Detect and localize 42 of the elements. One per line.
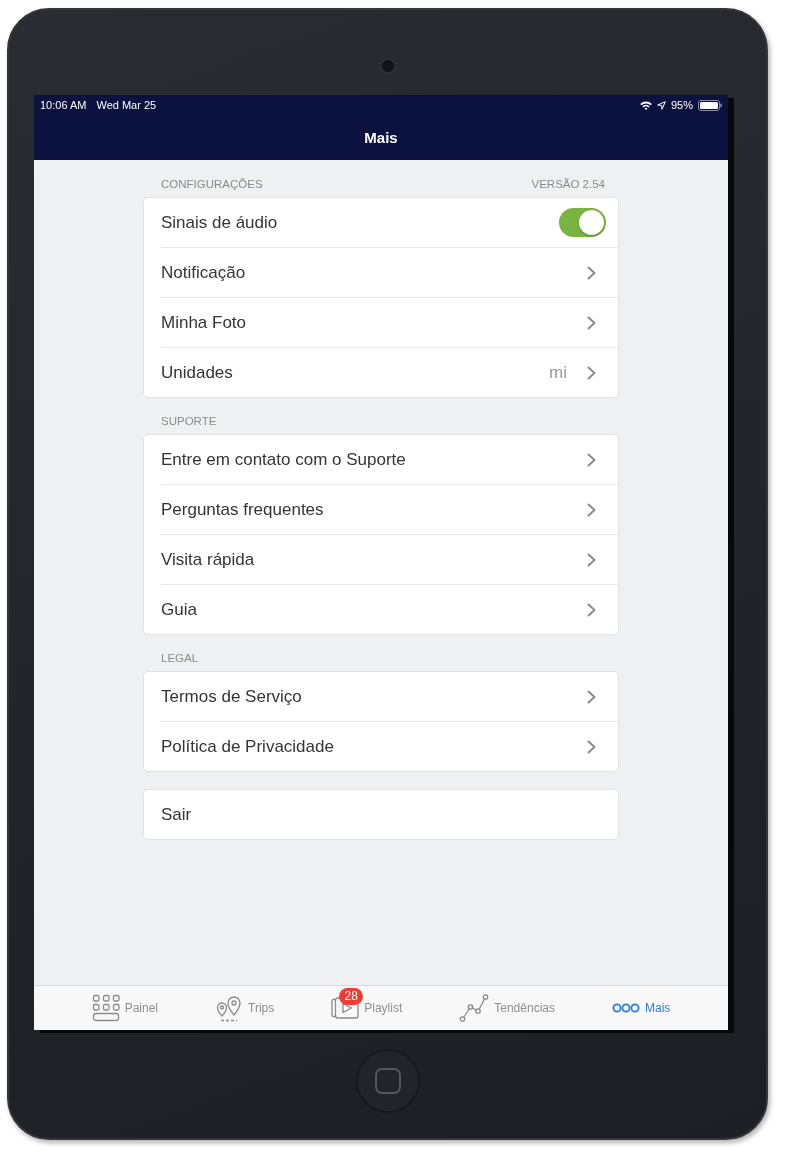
chevron-right-icon (587, 315, 596, 330)
unit-value: mi (549, 362, 567, 383)
setting-label: Sinais de áudio (161, 212, 278, 233)
ellipsis-icon (612, 1003, 640, 1013)
chevron-right-icon (587, 452, 596, 467)
menu-row[interactable]: Perguntas frequentes (144, 485, 618, 534)
menu-row[interactable]: Política de Privacidade (144, 722, 618, 771)
toggle-switch[interactable] (559, 208, 606, 237)
count-badge: 28 (339, 988, 364, 1005)
location-arrow-icon (656, 100, 666, 110)
nav-title: Mais (364, 129, 398, 146)
tab-button[interactable]: Mais (612, 986, 671, 1030)
status-time: 10:06 AM (40, 99, 87, 111)
menu-row[interactable]: Minha Foto (144, 298, 618, 347)
chevron-right-icon (587, 365, 596, 380)
menu-row[interactable]: Visita rápida (144, 535, 618, 584)
menu-row[interactable]: Termos de Serviço (144, 672, 618, 721)
menu-row[interactable]: Guia (144, 585, 618, 634)
chevron-right-icon (587, 602, 596, 617)
chevron-right-icon (587, 739, 596, 754)
menu-row[interactable]: Sair (144, 790, 618, 839)
chevron-right-icon (587, 552, 596, 567)
menu-row[interactable]: Notificação (144, 248, 618, 297)
wifi-icon (639, 100, 652, 110)
section-header: CONFIGURAÇÕES (161, 177, 263, 191)
section-header: LEGAL (161, 651, 199, 665)
chevron-right-icon (587, 502, 596, 517)
menu-row[interactable]: Entre em contato com o Suporte (144, 435, 618, 484)
square-icon (374, 1068, 401, 1094)
grid-icon (91, 994, 120, 1022)
battery-icon (698, 99, 722, 111)
tab-button[interactable]: 28 Playlist (331, 986, 403, 1030)
status-date: Wed Mar 25 (96, 99, 157, 111)
battery-percent: 95% (670, 99, 693, 111)
chevron-right-icon (587, 265, 596, 280)
version-label: VERSÃO 2.54 (531, 177, 605, 191)
line-chart-icon (459, 994, 490, 1022)
map-pins-icon (215, 994, 243, 1022)
chevron-right-icon (587, 689, 596, 704)
menu-row[interactable]: Unidades mi (144, 348, 618, 397)
camera-lens-icon (379, 58, 396, 74)
section-header: SUPORTE (161, 414, 217, 428)
